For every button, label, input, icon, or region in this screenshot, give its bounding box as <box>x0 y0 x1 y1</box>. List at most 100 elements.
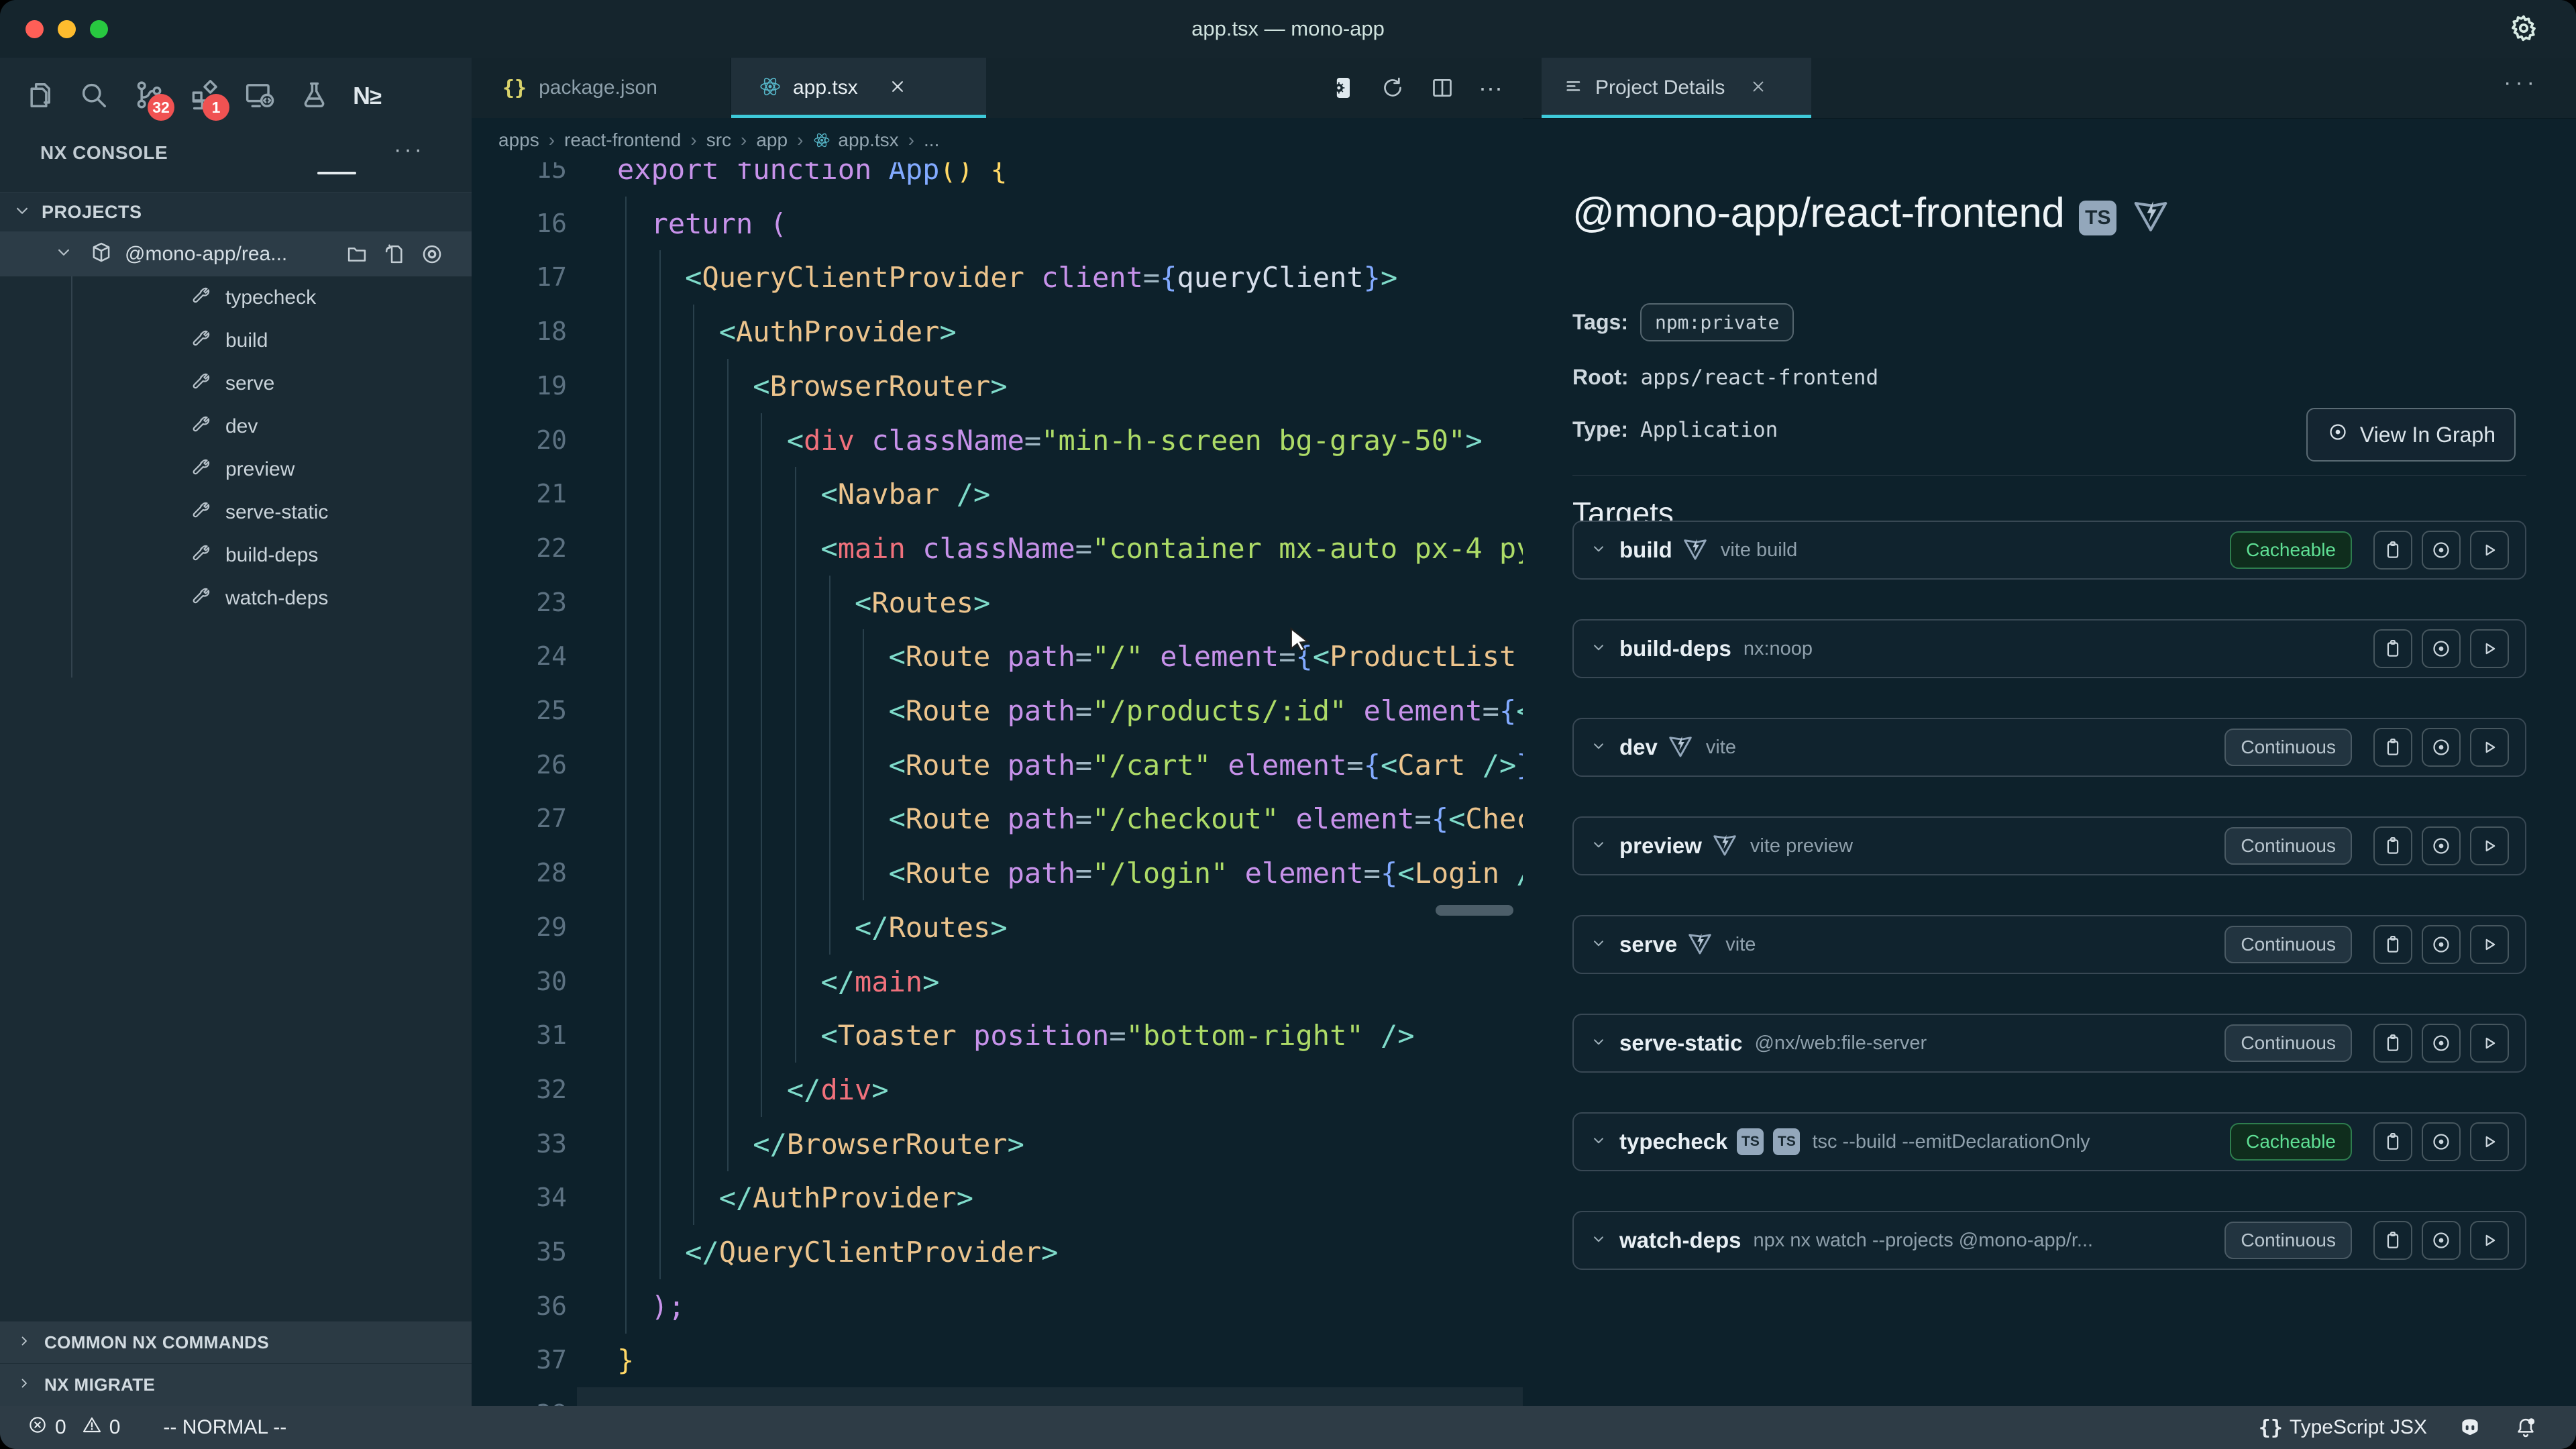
play-icon <box>2478 1032 2501 1055</box>
eye-graph-button[interactable] <box>2422 629 2461 668</box>
tab-app-tsx[interactable]: app.tsx <box>731 58 986 118</box>
copy-button[interactable] <box>2373 826 2412 865</box>
play-button[interactable] <box>2470 1122 2509 1161</box>
copy-button[interactable] <box>2373 629 2412 668</box>
activity-item-source-control[interactable]: 32 <box>125 68 173 122</box>
copy-icon <box>2381 1229 2404 1252</box>
target-card-build-deps[interactable]: build-depsnx:noop <box>1572 619 2526 678</box>
eye-graph-button[interactable] <box>2422 1122 2461 1161</box>
target-card-dev[interactable]: devviteContinuous <box>1572 718 2526 777</box>
search-icon <box>76 78 111 113</box>
chevron-down-icon[interactable] <box>1590 836 1607 853</box>
eye-graph-button[interactable] <box>2422 531 2461 570</box>
problems-status[interactable]: 0 0 <box>27 1414 120 1441</box>
eye-graph-button[interactable] <box>2422 1221 2461 1260</box>
target-card-watch-deps[interactable]: watch-depsnpx nx watch --projects @mono-… <box>1572 1211 2526 1270</box>
chevron-down-icon[interactable] <box>1590 1230 1607 1248</box>
breadcrumb-item[interactable]: app.tsx <box>812 129 898 151</box>
activity-item-beaker[interactable] <box>290 68 338 122</box>
run-target-icon[interactable] <box>1330 74 1356 101</box>
bell-icon[interactable] <box>2513 1415 2538 1440</box>
play-button[interactable] <box>2470 826 2509 865</box>
view-in-graph-button[interactable]: View In Graph <box>2306 408 2516 462</box>
file-new-icon[interactable] <box>382 241 407 267</box>
breadcrumb-label: app <box>756 129 788 151</box>
sidebar-section-nx-migrate[interactable]: NX MIGRATE <box>0 1363 472 1406</box>
more-actions-icon[interactable]: ··· <box>2504 70 2538 96</box>
chevron-down-icon[interactable] <box>1590 1033 1607 1051</box>
copy-icon <box>2381 1130 2404 1153</box>
line-number: 38 <box>472 1387 567 1406</box>
copy-icon <box>2381 933 2404 956</box>
chevron-down-icon[interactable] <box>1590 1132 1607 1149</box>
wrench-icon <box>189 500 212 523</box>
line-number: 16 <box>472 197 567 251</box>
breadcrumb-item[interactable]: apps <box>498 129 539 151</box>
breadcrumb-item[interactable]: src <box>706 129 731 151</box>
close-icon[interactable] <box>1749 77 1768 96</box>
target-card-typecheck[interactable]: typecheckTSTStsc --build --emitDeclarati… <box>1572 1112 2526 1171</box>
sidebar-more-icon[interactable]: ··· <box>394 137 425 163</box>
line-number: 37 <box>472 1333 567 1387</box>
eye-graph-button[interactable] <box>2422 728 2461 767</box>
activity-item-files[interactable] <box>15 68 63 122</box>
close-icon[interactable] <box>1749 77 1768 99</box>
activity-item-remote-explorer[interactable] <box>235 68 283 122</box>
copy-button[interactable] <box>2373 1122 2412 1161</box>
eye-graph-button[interactable] <box>2422 1024 2461 1063</box>
line-number: 29 <box>472 900 567 955</box>
tab-package-json[interactable]: {} package.json <box>472 58 731 118</box>
copy-button[interactable] <box>2373 925 2412 964</box>
chevron-down-icon[interactable] <box>1590 639 1607 656</box>
language-mode[interactable]: {} TypeScript JSX <box>2259 1416 2427 1440</box>
code-text: </Routes> <box>617 900 1008 955</box>
copy-button[interactable] <box>2373 728 2412 767</box>
copy-button[interactable] <box>2373 531 2412 570</box>
target-icon[interactable] <box>419 241 445 267</box>
target-card-serve[interactable]: serveviteContinuous <box>1572 915 2526 974</box>
refresh-icon[interactable] <box>1379 74 1406 101</box>
gear-icon[interactable] <box>2506 11 2541 49</box>
play-button[interactable] <box>2470 925 2509 964</box>
breadcrumb-item[interactable]: app <box>756 129 788 151</box>
play-button[interactable] <box>2470 728 2509 767</box>
project-row[interactable]: @mono-app/rea... <box>0 231 472 276</box>
play-button[interactable] <box>2470 1024 2509 1063</box>
chevron-down-icon[interactable] <box>1590 934 1607 952</box>
line-number: 21 <box>472 467 567 521</box>
activity-item-search[interactable] <box>70 68 118 122</box>
close-icon[interactable] <box>888 76 908 100</box>
eye-graph-button[interactable] <box>2422 826 2461 865</box>
target-name: typecheck <box>1619 1129 1727 1155</box>
play-button[interactable] <box>2470 629 2509 668</box>
chevron-down-icon[interactable] <box>1590 737 1607 755</box>
scrollbar[interactable] <box>1436 905 1513 916</box>
breadcrumb-item[interactable]: ... <box>924 129 939 151</box>
activity-item-extensions[interactable]: 1 <box>180 68 228 122</box>
split-editor-icon[interactable] <box>1429 74 1456 101</box>
projects-section-header[interactable]: PROJECTS <box>0 192 472 232</box>
code-editor[interactable]: 38 15export function App() {16 return (1… <box>472 162 1523 1406</box>
tab-project-details[interactable]: Project Details <box>1542 58 1811 118</box>
target-card-serve-static[interactable]: serve-static@nx/web:file-serverContinuou… <box>1572 1014 2526 1073</box>
eye-graph-icon <box>2326 421 2349 449</box>
close-icon[interactable] <box>888 76 908 97</box>
chevron-down-icon[interactable] <box>1590 540 1607 557</box>
copy-button[interactable] <box>2373 1024 2412 1063</box>
breadcrumb-item[interactable]: react-frontend <box>564 129 681 151</box>
error-icon <box>27 1414 48 1436</box>
sidebar-section-common-nx-commands[interactable]: COMMON NX COMMANDS <box>0 1321 472 1364</box>
play-button[interactable] <box>2470 531 2509 570</box>
target-card-preview[interactable]: previewvite previewContinuous <box>1572 816 2526 875</box>
breadcrumb-separator: › <box>741 129 747 151</box>
folder-icon[interactable] <box>344 241 370 267</box>
copy-icon <box>2381 736 2404 759</box>
copilot-icon[interactable] <box>2457 1414 2483 1441</box>
copy-button[interactable] <box>2373 1221 2412 1260</box>
eye-graph-button[interactable] <box>2422 925 2461 964</box>
activity-item-nx[interactable]: N≥ <box>345 68 393 122</box>
more-actions-icon[interactable]: ··· <box>1479 74 1503 102</box>
play-button[interactable] <box>2470 1221 2509 1260</box>
target-badge: Continuous <box>2224 1024 2352 1062</box>
target-card-build[interactable]: buildvite buildCacheable <box>1572 521 2526 580</box>
